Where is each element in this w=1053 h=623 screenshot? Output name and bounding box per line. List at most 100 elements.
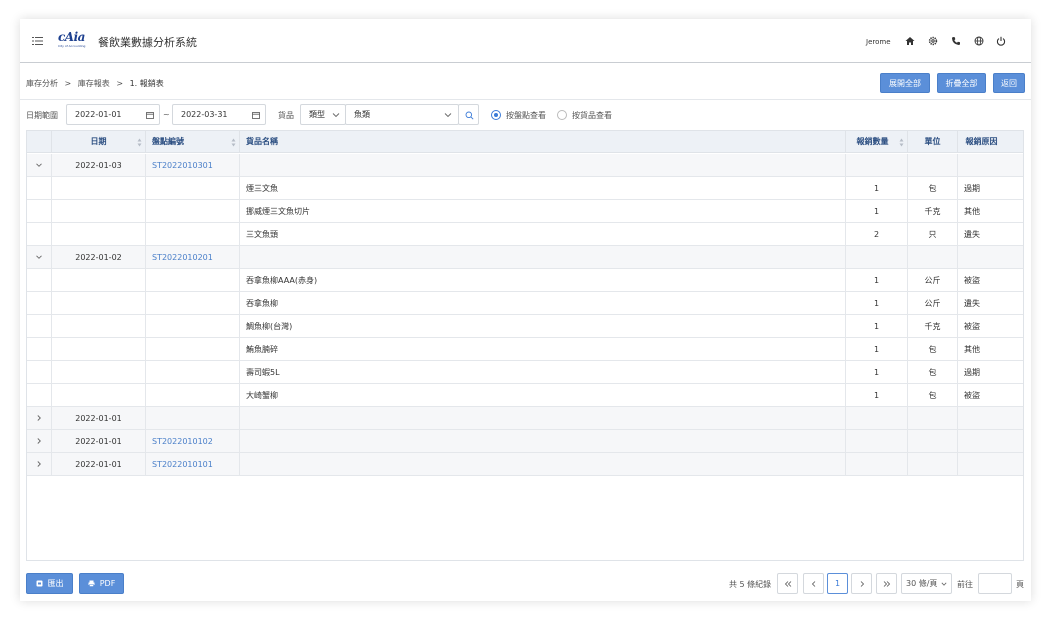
group-count-no-link[interactable]: ST2022010102 (146, 430, 240, 452)
chevron-down-icon (941, 582, 947, 586)
search-icon (465, 111, 474, 120)
goto-page-input[interactable] (978, 573, 1012, 594)
export-icon (36, 580, 42, 587)
group-count-no-link[interactable] (146, 407, 240, 429)
header-date-label: 日期 (90, 137, 107, 146)
breadcrumb-item-inventory-report[interactable]: 庫存報表 (78, 79, 110, 88)
search-button[interactable] (458, 104, 479, 125)
table-row: 壽司蝦5L 1 包過期 (27, 361, 1023, 384)
unit: 公斤 (908, 269, 958, 291)
group-date: 2022-01-01 (52, 407, 146, 429)
goods-name: 三文魚頭 (240, 223, 846, 245)
chevron-right-icon[interactable] (35, 437, 43, 445)
date-range-label: 日期範圍 (26, 111, 58, 120)
first-page-button[interactable] (777, 573, 798, 594)
write-off-reason: 被盜 (964, 390, 980, 400)
sort-icon[interactable] (899, 138, 904, 147)
table-group-row[interactable]: 2022-01-01 (27, 407, 1023, 430)
header-goods-name-label: 貨品名稱 (246, 137, 278, 146)
end-date-input[interactable]: 2022-03-31 (172, 104, 266, 125)
write-off-table: 日期 盤點編號 貨品名稱 報銷數量 單位 報銷原因 2022-01-03 ST20… (26, 130, 1024, 561)
goods-name: 鮪魚腩碎 (240, 338, 846, 360)
next-page-button[interactable] (851, 573, 872, 594)
category-select-value: 魚類 (354, 110, 370, 119)
category-select[interactable]: 魚類 (345, 104, 459, 125)
scrollbar-track[interactable] (1023, 153, 1024, 561)
header-count-no[interactable]: 盤點編號 (146, 131, 240, 152)
expand-toggle[interactable] (27, 154, 52, 176)
table-row: 吞拿魚柳 1 公斤 遺失 (27, 292, 1023, 315)
scrollbar-thumb[interactable] (1023, 167, 1024, 372)
empty-cell (908, 430, 958, 452)
empty-cell (846, 246, 908, 268)
expand-toggle[interactable] (27, 407, 52, 429)
table-row: 大崎蟹柳 1 包被盜 (27, 384, 1023, 407)
write-off-reason: 過期 (964, 183, 980, 193)
logo-text: cAia (58, 30, 85, 44)
radio-by-goods-label[interactable]: 按貨品查看 (572, 110, 612, 121)
empty-cell (240, 430, 846, 452)
group-count-no-link[interactable]: ST2022010201 (146, 246, 240, 268)
phone-icon[interactable] (951, 36, 961, 46)
page-suffix: 頁 (1016, 580, 1024, 589)
home-icon[interactable] (905, 36, 915, 46)
unit: 公斤 (908, 292, 958, 314)
gear-icon[interactable] (928, 36, 938, 46)
pdf-button[interactable]: PDF (79, 573, 124, 594)
sort-icon[interactable] (231, 138, 236, 147)
empty-cell (52, 223, 146, 245)
start-date-input[interactable]: 2022-01-01 (66, 104, 160, 125)
group-count-no-link[interactable]: ST2022010301 (146, 154, 240, 176)
sort-icon[interactable] (137, 138, 142, 147)
empty-cell (146, 315, 240, 337)
type-select[interactable]: 類型 (300, 104, 346, 125)
header-unit: 單位 (908, 131, 958, 152)
empty-cell (908, 407, 958, 429)
write-off-qty: 1 (846, 177, 908, 199)
last-page-button[interactable] (876, 573, 897, 594)
calendar-icon[interactable] (252, 111, 260, 119)
prev-page-button[interactable] (803, 573, 824, 594)
goods-name: 挪威煙三文魚切片 (240, 200, 846, 222)
expand-all-button[interactable]: 展開全部 (880, 73, 930, 93)
calendar-icon[interactable] (146, 111, 154, 119)
chevron-right-icon[interactable] (35, 460, 43, 468)
header-date[interactable]: 日期 (52, 131, 146, 152)
collapse-all-button[interactable]: 折疊全部 (937, 73, 986, 93)
radio-by-goods[interactable] (557, 110, 567, 120)
table-group-row[interactable]: 2022-01-02 ST2022010201 (27, 246, 1023, 269)
page-size-select[interactable]: 30 條/頁 (901, 573, 952, 594)
header-expand (27, 131, 52, 152)
radio-by-count[interactable] (491, 110, 501, 120)
power-icon[interactable] (996, 36, 1006, 46)
chevron-down-icon[interactable] (35, 253, 43, 261)
radio-by-count-label[interactable]: 按盤點查看 (506, 110, 546, 121)
user-name[interactable]: Jerome (866, 38, 891, 46)
header-qty[interactable]: 報銷數量 (846, 131, 908, 152)
page-number-button[interactable]: 1 (827, 573, 848, 594)
expand-toggle[interactable] (27, 246, 52, 268)
empty-cell (146, 269, 240, 291)
unit: 千克 (908, 315, 958, 337)
write-off-qty: 1 (846, 200, 908, 222)
chevron-right-icon[interactable] (35, 414, 43, 422)
table-group-row[interactable]: 2022-01-03 ST2022010301 (27, 154, 1023, 177)
date-separator: ~ (163, 110, 170, 119)
table-group-row[interactable]: 2022-01-01 ST2022010101 (27, 453, 1023, 476)
globe-icon[interactable] (974, 36, 984, 46)
empty-cell (240, 246, 846, 268)
app-window: cAia City of Accounting 餐飲業數據分析系統 Jerome… (20, 19, 1031, 601)
export-button[interactable]: 匯出 (26, 573, 73, 594)
group-date: 2022-01-03 (52, 154, 146, 176)
back-button[interactable]: 返回 (993, 73, 1025, 93)
group-count-no-link[interactable]: ST2022010101 (146, 453, 240, 475)
goods-name: 鯛魚柳(台灣) (240, 315, 846, 337)
write-off-reason: 其他 (964, 206, 980, 216)
expand-toggle[interactable] (27, 430, 52, 452)
empty-cell (52, 361, 146, 383)
breadcrumb-item-inventory-analysis[interactable]: 庫存分析 (26, 79, 58, 88)
menu-icon[interactable] (32, 35, 44, 47)
table-group-row[interactable]: 2022-01-01 ST2022010102 (27, 430, 1023, 453)
chevron-down-icon[interactable] (35, 161, 43, 169)
expand-toggle[interactable] (27, 453, 52, 475)
